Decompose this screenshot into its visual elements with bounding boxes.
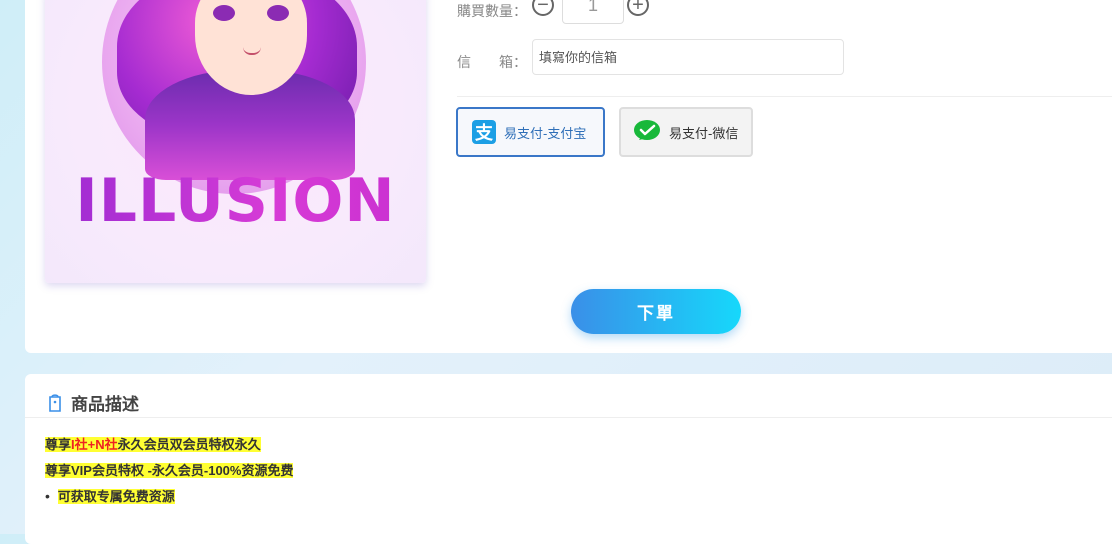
description-line-2: 尊享VIP会员特权 -永久会员-100%资源免费	[45, 460, 294, 479]
bullet-item-text: 可获取专属免费资源	[57, 489, 175, 504]
pay-wechat-label: 易支付-微信	[669, 125, 739, 141]
image-mouth	[243, 47, 261, 55]
email-field[interactable]	[532, 39, 844, 75]
alipay-icon: 支	[472, 120, 496, 144]
email-label-char2: 箱：	[499, 54, 527, 70]
image-eye-left	[213, 5, 235, 21]
email-label-char1: 信	[457, 54, 471, 70]
list-item: • 可获取专属免费资源	[45, 488, 175, 504]
desc-line2-text: 尊享VIP会员特权 -永久会员-100%资源免费	[45, 463, 294, 478]
image-eye-right	[267, 5, 289, 21]
pay-alipay-label: 易支付-支付宝	[504, 125, 587, 141]
product-image: ILLUSION	[45, 0, 426, 283]
product-image-title: ILLUSION	[45, 166, 426, 236]
quantity-input[interactable]: 1	[562, 0, 624, 24]
description-title: 商品描述	[71, 395, 139, 414]
pay-wechat-button[interactable]: 易支付-微信	[619, 107, 753, 157]
description-line-1: 尊享I社+N社永久会员双会员特权永久	[45, 434, 261, 453]
desc-line1-prefix: 尊享	[45, 437, 72, 452]
quantity-label: 購買數量：	[457, 3, 527, 19]
desc-line1-suffix: 永久会员双会员特权永久	[117, 437, 261, 452]
description-card	[25, 374, 1112, 544]
desc-line1-red: I社+N社	[71, 437, 118, 452]
description-divider	[25, 417, 1112, 418]
pay-alipay-button[interactable]: 支 易支付-支付宝	[456, 107, 605, 157]
form-divider	[457, 96, 1112, 97]
wechat-icon	[633, 119, 663, 146]
tag-icon	[47, 393, 63, 418]
order-button[interactable]: 下單	[571, 289, 741, 334]
